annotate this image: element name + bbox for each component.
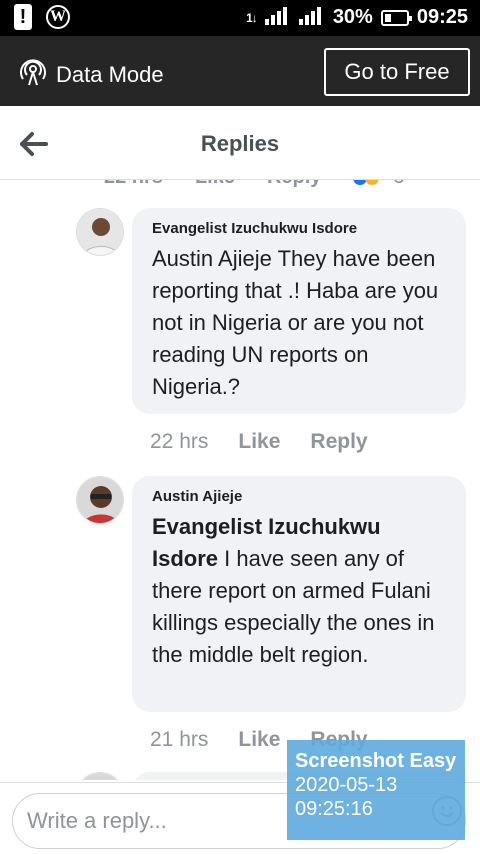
- avatar[interactable]: [76, 476, 124, 524]
- page-header: Replies: [0, 106, 480, 180]
- data-mode-label: Data Mode: [56, 62, 164, 87]
- data-mode-bar: Data Mode Go to Free: [0, 36, 480, 106]
- page-title: Replies: [200, 131, 280, 156]
- status-bar: ! W 1↓ 30% 09:25: [0, 0, 480, 36]
- comment-bubble: Austin Ajieje Evangelist Izuchukwu Isdor…: [132, 476, 466, 712]
- comment-author[interactable]: Evangelist Izuchukwu Isdore: [152, 220, 446, 237]
- like-link[interactable]: Like: [195, 180, 235, 189]
- previous-comment-actions: 22 hrs Like Reply 5: [104, 180, 405, 189]
- replies-list[interactable]: 22 hrs Like Reply 5 Evangelist Izuchukwu…: [0, 180, 480, 780]
- go-to-free-button[interactable]: Go to Free: [324, 48, 470, 96]
- wordpress-icon: W: [46, 5, 70, 29]
- reply-link[interactable]: Reply: [310, 430, 367, 454]
- comment-bubble: Evangelist Izuchukwu Isdore Austin Ajiej…: [132, 208, 466, 414]
- watermark-title: Screenshot Easy: [295, 750, 457, 772]
- battery-level-fill: [384, 13, 391, 22]
- comment-text: Evangelist Izuchukwu Isdore I have seen …: [152, 511, 446, 671]
- reaction-summary[interactable]: 5: [353, 180, 405, 189]
- comment-time: 21 hrs: [150, 728, 209, 751]
- data-mode-indicator: Data Mode: [20, 58, 164, 92]
- comment-text: Austin Ajieje They have been reporting t…: [152, 246, 439, 399]
- haha-reaction-icon: [365, 180, 380, 185]
- avatar[interactable]: [76, 772, 124, 780]
- avatar[interactable]: [76, 208, 124, 256]
- watermark-date: 2020-05-13: [295, 774, 398, 796]
- signal-icon-2: [298, 7, 325, 28]
- comment-actions: 22 hrs Like Reply: [150, 430, 368, 454]
- like-link[interactable]: Like: [238, 430, 280, 454]
- comment-time: 22 hrs: [104, 180, 163, 189]
- data-transfer-icon: 1↓: [246, 10, 258, 25]
- like-link[interactable]: Like: [238, 728, 280, 752]
- signal-icon: [264, 7, 291, 28]
- battery-percent: 30%: [332, 6, 373, 28]
- reaction-count: 5: [393, 180, 404, 189]
- battery-icon: [380, 9, 412, 26]
- clock: 09:25: [416, 6, 468, 28]
- watermark-time: 09:25:16: [295, 798, 373, 820]
- comment-time: 22 hrs: [150, 430, 209, 453]
- comment-author[interactable]: Austin Ajieje: [152, 488, 446, 505]
- reply-link[interactable]: Reply: [267, 180, 321, 189]
- screenshot-watermark: Screenshot Easy 2020-05-13 09:25:16: [287, 740, 465, 840]
- broadcast-icon: [20, 58, 46, 92]
- alert-icon: !: [14, 4, 32, 30]
